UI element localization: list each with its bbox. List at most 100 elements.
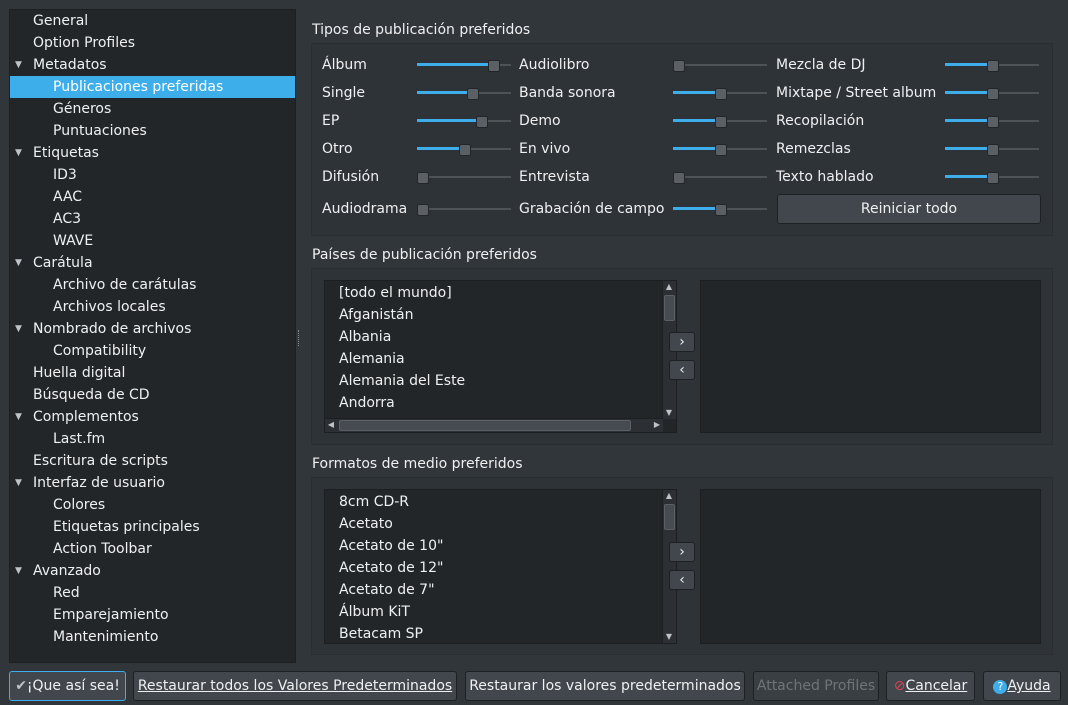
slider-handle[interactable] [715, 144, 727, 156]
cancel-button[interactable]: ⊘Cancelar [886, 671, 975, 701]
list-item[interactable]: Alemania [339, 348, 405, 370]
sidebar-item[interactable]: Compatibility [10, 340, 295, 362]
release-type-slider[interactable] [673, 172, 767, 184]
slider-handle[interactable] [987, 144, 999, 156]
slider-handle[interactable] [673, 172, 685, 184]
sidebar-item[interactable]: ▼ Complementos [10, 406, 295, 428]
sidebar-item[interactable]: Búsqueda de CD [10, 384, 295, 406]
slider-handle[interactable] [987, 60, 999, 72]
attached-profiles-button[interactable]: Attached Profiles [753, 671, 879, 701]
scroll-up-arrow-icon[interactable]: ▲ [663, 281, 675, 293]
slider-handle[interactable] [467, 88, 479, 100]
release-type-slider[interactable] [945, 116, 1039, 128]
sidebar-item[interactable]: Colores [10, 494, 295, 516]
triangle-down-icon[interactable]: ▼ [15, 252, 27, 274]
triangle-down-icon[interactable]: ▼ [15, 142, 27, 164]
sidebar-item[interactable]: AC3 [10, 208, 295, 230]
slider-handle[interactable] [673, 60, 685, 72]
ok-button[interactable]: ✔¡Que así sea! [9, 671, 126, 701]
release-type-slider[interactable] [945, 60, 1039, 72]
sidebar-item[interactable]: Huella digital [10, 362, 295, 384]
list-item[interactable]: Betacam SP [339, 623, 423, 643]
list-item[interactable]: 8cm CD-R [339, 491, 409, 513]
sidebar-item[interactable]: ▼ Metadatos [10, 54, 295, 76]
release-type-slider[interactable] [417, 116, 511, 128]
sidebar-item[interactable]: Publicaciones preferidas [10, 76, 295, 98]
remove-format-button[interactable]: ‹ [669, 570, 695, 590]
release-type-slider[interactable] [673, 116, 767, 128]
countries-available-list[interactable]: [todo el mundo] Afganistán Albania Alemania… [324, 280, 677, 433]
release-type-slider[interactable] [417, 60, 511, 72]
release-type-slider[interactable] [673, 60, 767, 72]
list-item[interactable]: Acetato de 7" [339, 579, 435, 601]
settings-tree[interactable]: General Option Profiles ▼ Metadatos Publicac… [9, 9, 296, 663]
formats-preferred-list[interactable] [700, 489, 1041, 644]
slider-handle[interactable] [987, 116, 999, 128]
sidebar-item[interactable]: AAC [10, 186, 295, 208]
sidebar-item[interactable]: Option Profiles [10, 32, 295, 54]
help-button[interactable]: ? Ayuda [983, 671, 1061, 701]
list-item[interactable]: Álbum KiT [339, 601, 410, 623]
release-type-slider[interactable] [417, 88, 511, 100]
release-type-slider[interactable] [945, 172, 1039, 184]
slider-handle[interactable] [417, 204, 429, 216]
scroll-left-arrow-icon[interactable]: ◀ [325, 419, 337, 431]
slider-handle[interactable] [476, 116, 488, 128]
sidebar-item[interactable]: Emparejamiento [10, 604, 295, 626]
sidebar-item[interactable]: Archivo de carátulas [10, 274, 295, 296]
release-type-slider[interactable] [673, 88, 767, 100]
sidebar-item[interactable]: General [10, 10, 295, 32]
release-type-slider[interactable] [417, 204, 511, 216]
triangle-down-icon[interactable]: ▼ [15, 318, 27, 340]
triangle-down-icon[interactable]: ▼ [15, 560, 27, 582]
release-type-slider[interactable] [417, 172, 511, 184]
sidebar-item[interactable]: Etiquetas principales [10, 516, 295, 538]
list-item[interactable]: Afganistán [339, 304, 413, 326]
remove-country-button[interactable]: ‹ [669, 360, 695, 380]
formats-vscrollbar[interactable]: ▲ ▼ [662, 490, 676, 643]
countries-hscrollbar[interactable]: ◀ ▶ [325, 418, 663, 432]
slider-handle[interactable] [459, 144, 471, 156]
sidebar-item[interactable]: Last.fm [10, 428, 295, 450]
formats-vscroll-thumb[interactable] [664, 504, 675, 530]
slider-handle[interactable] [715, 88, 727, 100]
scroll-down-arrow-icon[interactable]: ▼ [663, 631, 675, 643]
sidebar-item[interactable]: Action Toolbar [10, 538, 295, 560]
list-item[interactable]: Acetato [339, 513, 393, 535]
list-item[interactable]: Andorra [339, 392, 395, 414]
sidebar-item[interactable]: Archivos locales [10, 296, 295, 318]
slider-handle[interactable] [715, 204, 727, 216]
list-item[interactable]: Alemania del Este [339, 370, 465, 392]
triangle-down-icon[interactable]: ▼ [15, 54, 27, 76]
triangle-down-icon[interactable]: ▼ [15, 472, 27, 494]
release-type-slider[interactable] [417, 144, 511, 156]
add-country-button[interactable]: › [669, 332, 695, 352]
scroll-up-arrow-icon[interactable]: ▲ [663, 490, 675, 502]
reset-all-button[interactable]: Reiniciar todo [777, 194, 1041, 224]
list-item[interactable]: Acetato de 10" [339, 535, 443, 557]
release-type-slider[interactable] [673, 204, 767, 216]
release-type-slider[interactable] [945, 144, 1039, 156]
splitter-handle[interactable] [298, 330, 302, 346]
restore-all-defaults-button[interactable]: Restaurar todos los Valores Predetermina… [133, 671, 457, 701]
sidebar-item[interactable]: ▼ Etiquetas [10, 142, 295, 164]
sidebar-item[interactable]: ▼ Avanzado [10, 560, 295, 582]
sidebar-item[interactable]: ▼ Interfaz de usuario [10, 472, 295, 494]
slider-handle[interactable] [987, 88, 999, 100]
slider-handle[interactable] [417, 172, 429, 184]
release-type-slider[interactable] [945, 88, 1039, 100]
sidebar-item[interactable]: ▼ Carátula [10, 252, 295, 274]
slider-handle[interactable] [488, 60, 500, 72]
countries-hscroll-thumb[interactable] [339, 420, 631, 431]
list-item[interactable]: [todo el mundo] [339, 282, 452, 304]
sidebar-item[interactable]: WAVE [10, 230, 295, 252]
triangle-down-icon[interactable]: ▼ [15, 406, 27, 428]
release-type-slider[interactable] [673, 144, 767, 156]
restore-defaults-button[interactable]: Restaurar los valores predeterminados [465, 671, 745, 701]
formats-available-list[interactable]: 8cm CD-R Acetato Acetato de 10" Acetato de … [324, 489, 677, 644]
sidebar-item[interactable]: ▼ Nombrado de archivos [10, 318, 295, 340]
slider-handle[interactable] [715, 116, 727, 128]
add-format-button[interactable]: › [669, 542, 695, 562]
scroll-down-arrow-icon[interactable]: ▼ [663, 407, 675, 419]
sidebar-item[interactable]: ID3 [10, 164, 295, 186]
